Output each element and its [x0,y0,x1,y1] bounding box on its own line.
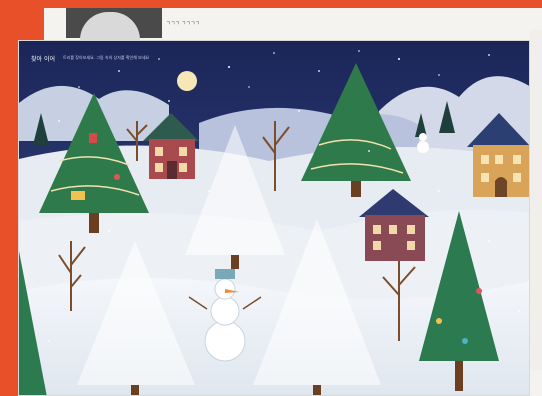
right-page-edge [530,30,542,370]
card-subtitle: 트리를 찾아보세요. 그림 속의 상자를 확인해 보세요 [63,55,150,60]
moon [177,71,197,91]
winter-scene-illustration [19,41,529,395]
background-header-text: ㄱㄱㄱ ㄱㄱㄱㄱ [166,21,200,27]
background-photo-subject [80,12,140,40]
winter-scene-card: 찾아 이어 트리를 찾아보세요. 그림 속의 상자를 확인해 보세요 [18,40,530,396]
background-photo [66,8,162,40]
card-title: 찾아 이어 [31,56,55,63]
